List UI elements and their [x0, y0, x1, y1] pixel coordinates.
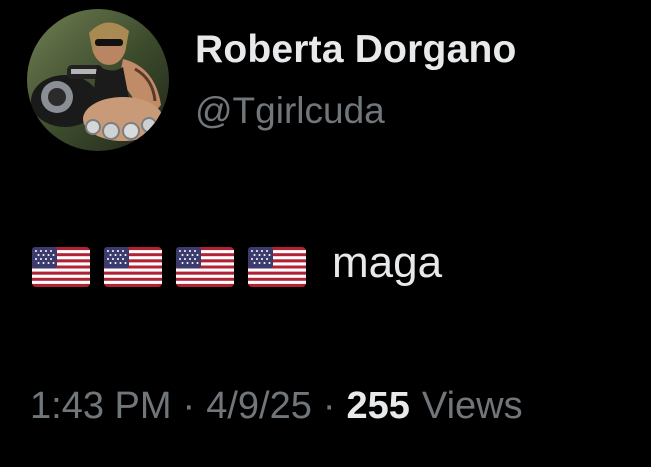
meta-separator: ·: [322, 385, 336, 427]
us-flag-icon: [32, 247, 90, 287]
display-name[interactable]: Roberta Dorgano: [195, 28, 517, 72]
us-flag-icon: [104, 247, 162, 287]
tweet-time[interactable]: 1:43 PM: [30, 385, 172, 428]
us-flag-icon: [176, 247, 234, 287]
views-count: 255: [346, 385, 410, 427]
tweet-date[interactable]: 4/9/25: [206, 385, 312, 428]
profile-photo-icon: [27, 9, 169, 151]
user-handle[interactable]: @Tgirlcuda: [195, 90, 385, 132]
tweet-meta: 1:43 PM · 4/9/25 · 255 Views: [30, 385, 523, 428]
meta-separator: ·: [182, 385, 196, 427]
avatar[interactable]: [27, 9, 169, 151]
tweet-text: maga: [32, 238, 443, 292]
us-flag-icon: [248, 247, 306, 287]
views-label: Views: [421, 385, 523, 427]
tweet-body-text: maga: [332, 238, 443, 287]
